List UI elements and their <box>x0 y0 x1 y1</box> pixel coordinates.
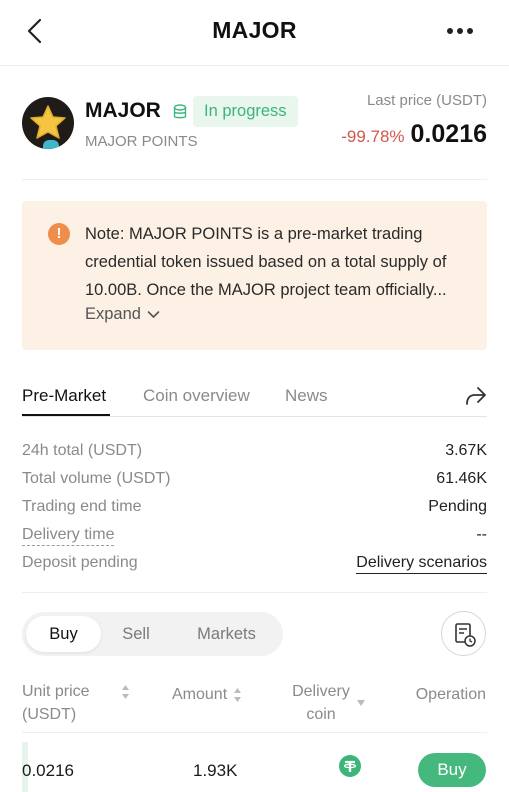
stat-row-24h-total: 24h total (USDT) 3.67K <box>22 440 487 468</box>
last-price-label: Last price (USDT) <box>366 92 487 109</box>
stat-label: Trading end time <box>22 498 142 515</box>
stat-row-trading-end-time: Trading end time Pending <box>22 496 487 524</box>
note-box: ! Note: MAJOR POINTS is a pre-market tra… <box>22 201 487 350</box>
top-bar: MAJOR <box>0 0 509 66</box>
chevron-down-icon <box>147 311 160 318</box>
price-change: -99.78% <box>341 127 405 146</box>
column-header-operation: Operation <box>415 686 486 703</box>
warning-icon: ! <box>48 223 70 245</box>
stat-label: 24h total (USDT) <box>22 442 143 459</box>
tab-sell[interactable]: Sell <box>101 616 171 652</box>
divider <box>22 592 487 593</box>
market-stats: 24h total (USDT) 3.67K Total volume (USD… <box>22 440 487 580</box>
dropdown-caret-icon[interactable] <box>357 700 365 706</box>
delivery-scenarios-link[interactable]: Delivery scenarios <box>356 554 487 574</box>
divider <box>22 732 487 733</box>
stat-value: Pending <box>428 498 487 515</box>
stat-label: Total volume (USDT) <box>22 470 171 487</box>
note-text: Note: MAJOR POINTS is a pre-market tradi… <box>85 225 447 299</box>
amount-cell: 1.93K <box>193 761 238 780</box>
share-icon[interactable] <box>465 386 487 406</box>
divider <box>22 179 487 180</box>
column-header-delivery-coin[interactable]: Delivery coin <box>289 680 353 726</box>
delivery-time-tooltip-label[interactable]: Delivery time <box>22 526 115 546</box>
content-tabs: Pre-Market Coin overview News <box>22 384 487 417</box>
token-name: MAJOR <box>85 99 161 122</box>
stat-value: 61.46K <box>436 470 487 487</box>
column-label: Amount <box>172 686 228 703</box>
column-header-amount[interactable]: Amount <box>172 683 242 706</box>
price-row: -99.78% 0.0216 <box>341 120 487 149</box>
expand-label: Expand <box>85 305 141 323</box>
buy-button[interactable]: Buy <box>418 753 486 787</box>
coin-stack-icon <box>173 104 187 119</box>
stat-value: 3.67K <box>445 442 487 459</box>
sort-icon[interactable] <box>121 684 130 700</box>
column-label: Unit price (USDT) <box>22 683 90 723</box>
stat-label: Deposit pending <box>22 554 138 571</box>
status-badge: In progress <box>193 96 298 127</box>
tab-coin-overview[interactable]: Coin overview <box>143 386 250 406</box>
tab-buy[interactable]: Buy <box>26 616 101 652</box>
stat-value: -- <box>476 526 487 543</box>
tab-pre-market[interactable]: Pre-Market <box>22 386 106 406</box>
tab-markets[interactable]: Markets <box>179 616 274 652</box>
token-avatar <box>22 97 74 149</box>
stat-row-delivery-time: Delivery time -- <box>22 524 487 552</box>
page-title: MAJOR <box>212 17 297 43</box>
order-history-button[interactable] <box>441 611 486 656</box>
trade-segmented-control: Buy Sell Markets <box>22 612 283 656</box>
tether-usdt-icon <box>339 755 361 777</box>
order-history-icon <box>455 623 476 647</box>
last-price-value: 0.0216 <box>410 120 487 148</box>
expand-button[interactable]: Expand <box>85 305 160 324</box>
sort-icon <box>234 687 242 702</box>
stat-row-total-volume: Total volume (USDT) 61.46K <box>22 468 487 496</box>
tab-news[interactable]: News <box>285 386 328 406</box>
lightning-badge-icon <box>43 140 59 149</box>
unit-price-cell: 0.0216 <box>22 761 74 780</box>
active-tab-indicator <box>22 414 110 416</box>
column-header-unit-price[interactable]: Unit price (USDT) <box>22 680 102 726</box>
stat-row-deposit-pending: Deposit pending Delivery scenarios <box>22 552 487 580</box>
column-label: Delivery coin <box>292 683 350 723</box>
more-dots-icon[interactable] <box>445 22 475 40</box>
token-subtitle: MAJOR POINTS <box>85 133 198 150</box>
token-header: MAJOR In progress MAJOR POINTS Last pric… <box>22 90 487 158</box>
